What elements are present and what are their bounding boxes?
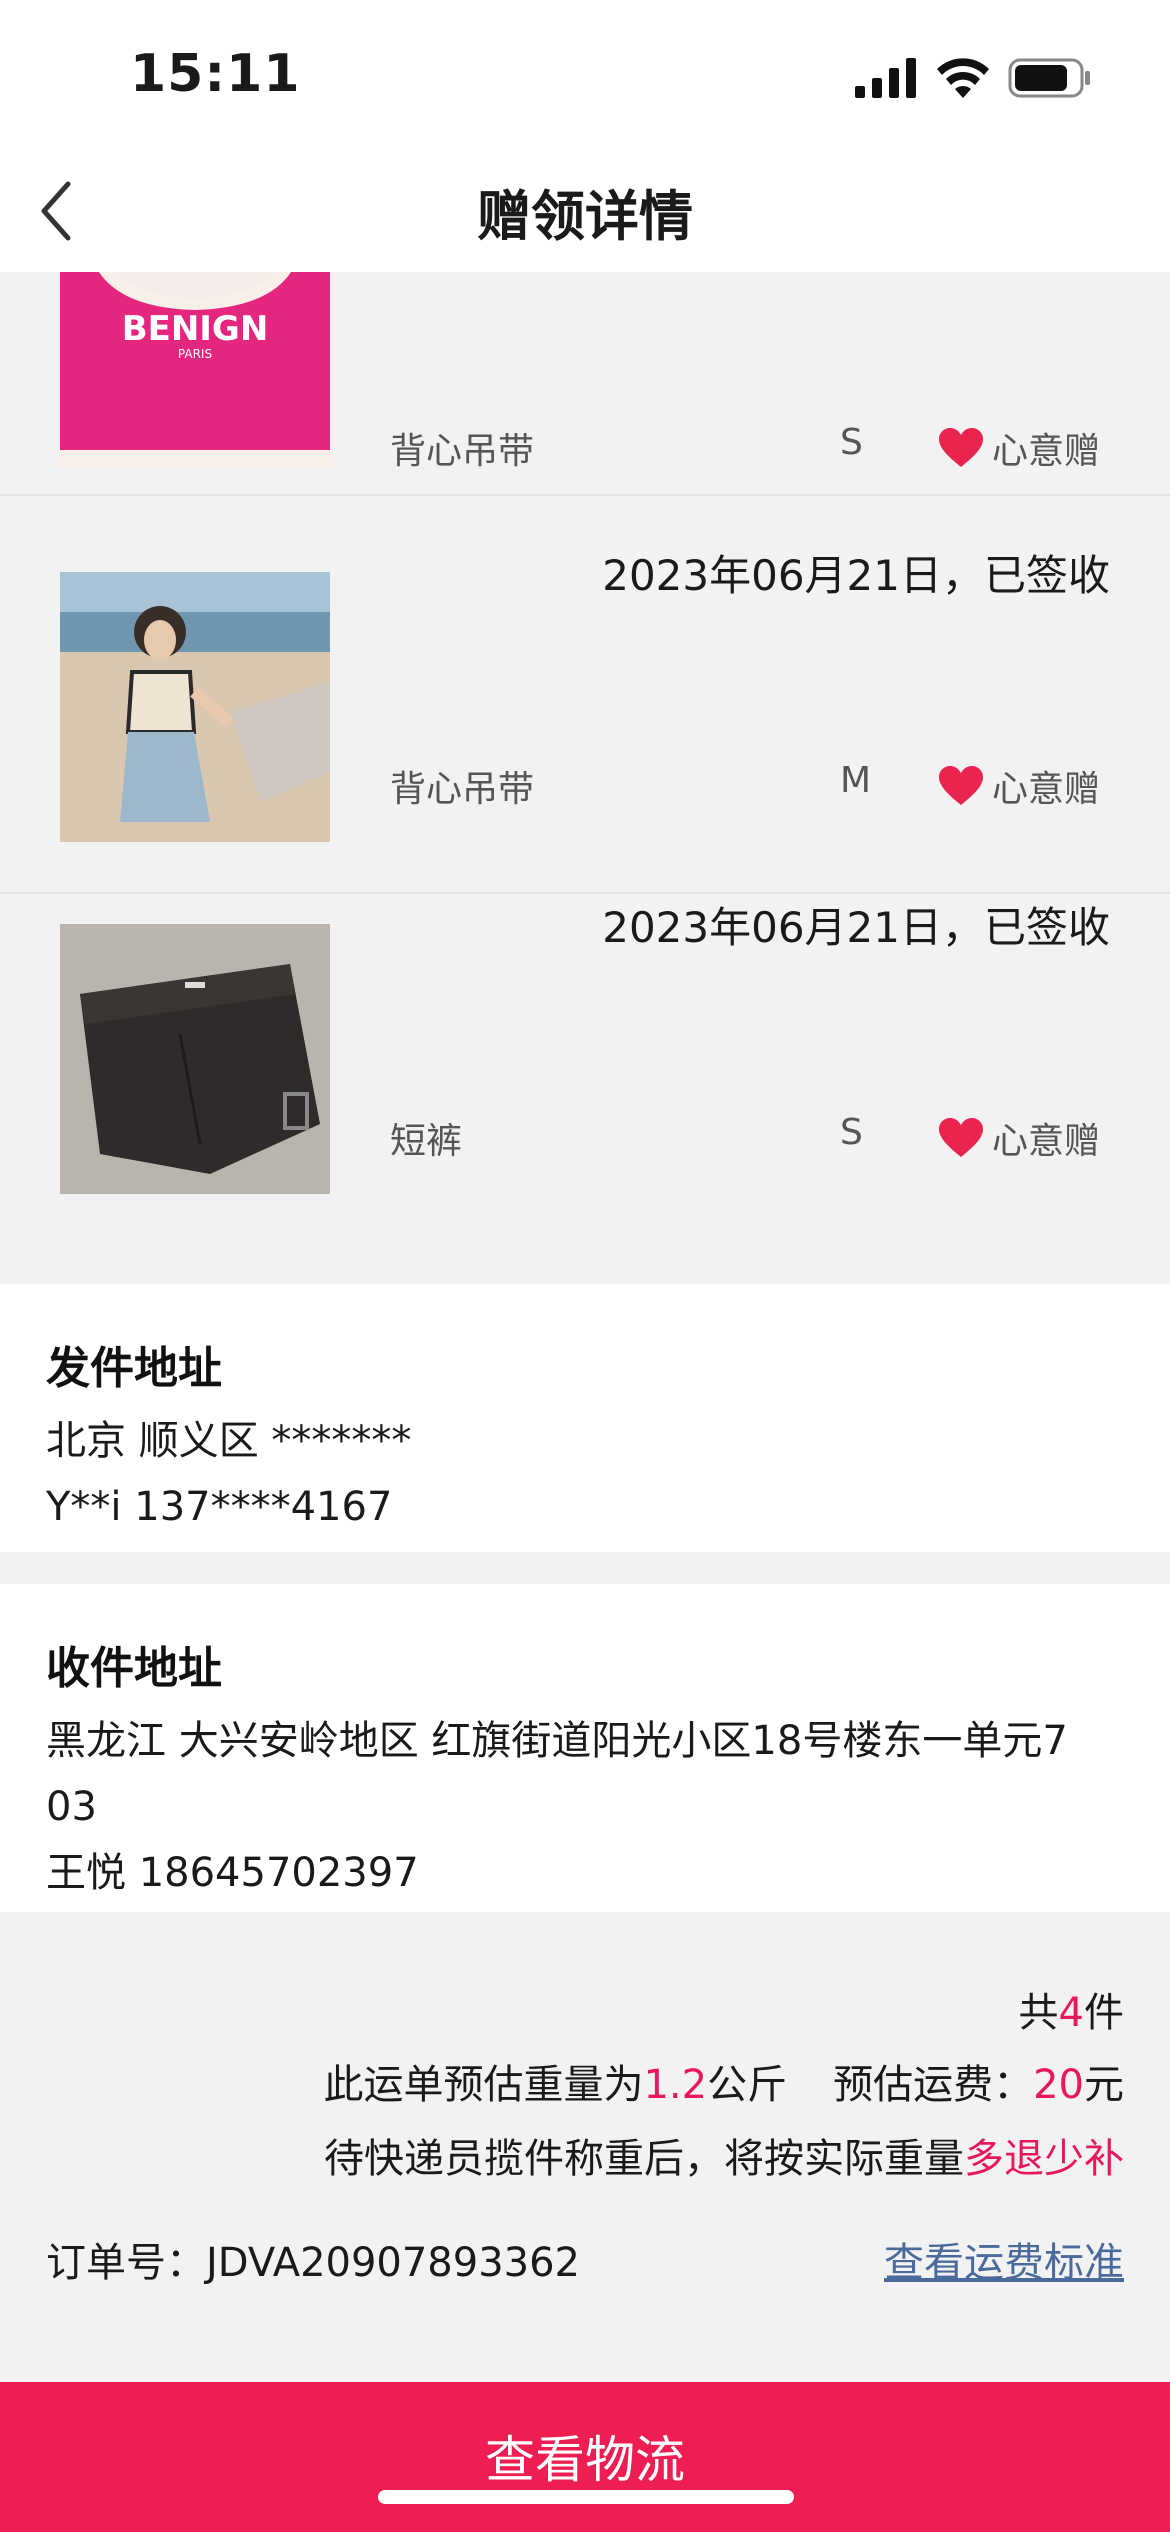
fee-unit: 元 [1084, 2062, 1124, 2108]
receiver-address-line: 黑龙江 大兴安岭地区 红旗街道阳光小区18号楼东一单元7 [46, 1718, 1068, 1764]
list-item[interactable]: 2023年06月21日，已签收 背心吊带 M 心意赠 [0, 542, 1170, 894]
view-fee-standard-link[interactable]: 查看运费标准 [884, 2230, 1124, 2288]
sender-address-title: 发件地址 [46, 1343, 222, 1394]
battery-icon [1008, 58, 1090, 98]
gift-label: 心意赠 [992, 431, 1101, 472]
gift-tag: 心意赠 [938, 1112, 1100, 1164]
status-time: 15:11 [130, 44, 301, 104]
item-name: 背心吊带 [390, 431, 535, 472]
fee-value: 20 [1033, 2062, 1084, 2108]
weight-note: 待快递员揽件称重后，将按实际重量多退少补 [324, 2126, 1124, 2184]
product-image-black-shorts [60, 924, 330, 1194]
page-title: 赠领详情 [477, 185, 693, 248]
delivery-status: 2023年06月21日，已签收 [602, 903, 1110, 952]
heart-icon [939, 428, 983, 467]
order-number: 订单号：JDVA20907893362 [46, 2230, 580, 2288]
count-value: 4 [1058, 1990, 1084, 2036]
cellular-signal-icon [855, 58, 916, 98]
item-name: 背心吊带 [390, 769, 535, 810]
divider [0, 494, 1170, 496]
order-label: 订单号： [46, 2240, 206, 2286]
order-value: JDVA20907893362 [206, 2240, 581, 2286]
fee-prefix: 预估运费： [833, 2062, 1034, 2108]
delivery-status: 2023年06月21日，已签收 [602, 551, 1110, 600]
sender-address-line: 北京 顺义区 ******* [46, 1418, 412, 1464]
list-item[interactable]: 2023年06月21日，已签收 短裤 S 心意赠 [0, 894, 1170, 1246]
item-count: 共4件 [1019, 1980, 1124, 2038]
note-prefix: 待快递员揽件称重后，将按实际重量 [324, 2136, 964, 2182]
sender-address-card: 发件地址 北京 顺义区 ******* Y**i 137****4167 [0, 1284, 1170, 1552]
logo-subtext: PARIS [178, 347, 212, 361]
screen: 15:11 赠领详情 BENIGN PARIS 背心吊带 S 心意赠 2023年… [0, 0, 1170, 2532]
gift-item-list: BENIGN PARIS 背心吊带 S 心意赠 2023年06月21日，已签收 … [0, 272, 1170, 1284]
weight-value: 1.2 [643, 2062, 708, 2108]
weight-prefix: 此运单预估重量为 [323, 2062, 644, 2108]
status-bar: 15:11 [0, 0, 1170, 150]
wifi-icon [937, 58, 989, 98]
gift-tag: 心意赠 [938, 760, 1100, 812]
receiver-address-card: 收件地址 黑龙江 大兴安岭地区 红旗街道阳光小区18号楼东一单元7 03 王悦 … [0, 1584, 1170, 1912]
home-indicator [378, 2490, 794, 2504]
shipping-summary: 共4件 此运单预估重量为1.2公斤 预估运费：20元 待快递员揽件称重后，将按实际… [0, 1912, 1170, 2382]
count-suffix: 件 [1084, 1990, 1124, 2036]
view-logistics-button[interactable]: 查看物流 [0, 2382, 1170, 2532]
logo-text: BENIGN [122, 309, 269, 349]
product-image-beige-tank [60, 572, 330, 842]
receiver-address-title: 收件地址 [46, 1643, 222, 1694]
count-prefix: 共 [1018, 1990, 1059, 2036]
heart-icon [939, 766, 983, 805]
item-name: 短裤 [390, 1121, 463, 1162]
product-image-pink-tank: BENIGN PARIS [60, 272, 330, 468]
gift-tag: 心意赠 [938, 422, 1100, 474]
sender-contact-line: Y**i 137****4167 [46, 1484, 393, 1530]
receiver-address-line-cont: 03 [46, 1784, 97, 1830]
nav-bar: 赠领详情 [0, 150, 1170, 272]
weight-unit: 公斤 [707, 2062, 788, 2108]
item-size: S [840, 422, 863, 463]
note-highlight: 多退少补 [964, 2136, 1124, 2182]
weight-fee-line: 此运单预估重量为1.2公斤 预估运费：20元 [323, 2052, 1124, 2110]
gift-label: 心意赠 [992, 1121, 1101, 1162]
gift-label: 心意赠 [992, 769, 1101, 810]
item-size: S [840, 1112, 863, 1153]
view-logistics-label: 查看物流 [485, 2431, 685, 2489]
receiver-contact-line: 王悦 18645702397 [46, 1850, 419, 1896]
item-size: M [840, 760, 872, 801]
heart-icon [939, 1118, 983, 1157]
